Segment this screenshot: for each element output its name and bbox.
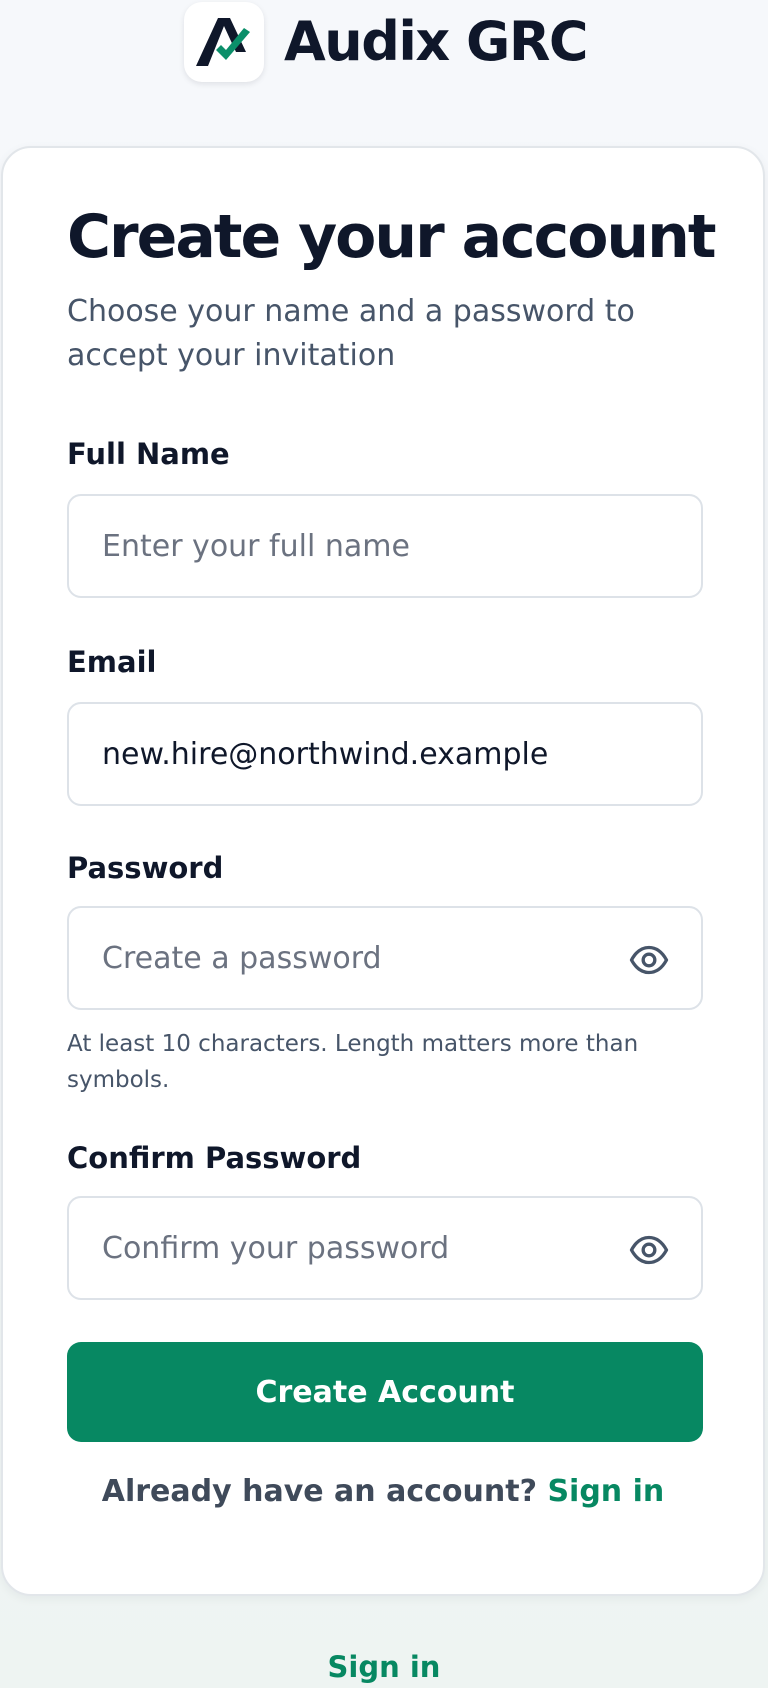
full-name-field xyxy=(67,494,703,598)
signup-card: Create your account Choose your name and… xyxy=(1,146,765,1596)
brand-name: Audix GRC xyxy=(284,10,589,73)
create-account-button[interactable]: Create Account xyxy=(67,1342,703,1442)
email-field xyxy=(67,702,703,806)
audix-logo-icon xyxy=(184,2,264,82)
logo-mark xyxy=(196,18,250,66)
email-label: Email xyxy=(67,645,157,679)
password-visibility-toggle[interactable] xyxy=(627,938,671,982)
confirm-password-input[interactable] xyxy=(69,1198,701,1298)
eye-icon xyxy=(629,945,669,975)
eye-icon xyxy=(629,1235,669,1265)
password-hint: At least 10 characters. Length matters m… xyxy=(67,1031,639,1093)
page-subtitle: Choose your name and a password to accep… xyxy=(67,294,635,373)
password-field xyxy=(67,906,703,1010)
signin-prompt: Already have an account? Sign in xyxy=(3,1474,763,1510)
password-input[interactable] xyxy=(69,908,701,1008)
full-name-input[interactable] xyxy=(69,496,701,596)
footer-signin-link[interactable]: Sign in xyxy=(0,1650,768,1685)
confirm-password-visibility-toggle[interactable] xyxy=(627,1228,671,1272)
signin-prompt-text: Already have an account? xyxy=(101,1474,537,1509)
confirm-password-field xyxy=(67,1196,703,1300)
password-label: Password xyxy=(67,851,224,885)
email-input[interactable] xyxy=(69,704,701,804)
signin-link[interactable]: Sign in xyxy=(547,1474,664,1509)
full-name-label: Full Name xyxy=(67,437,230,471)
page-title: Create your account xyxy=(67,202,717,272)
brand-header: Audix GRC xyxy=(184,2,589,82)
confirm-password-label: Confirm Password xyxy=(67,1141,362,1175)
